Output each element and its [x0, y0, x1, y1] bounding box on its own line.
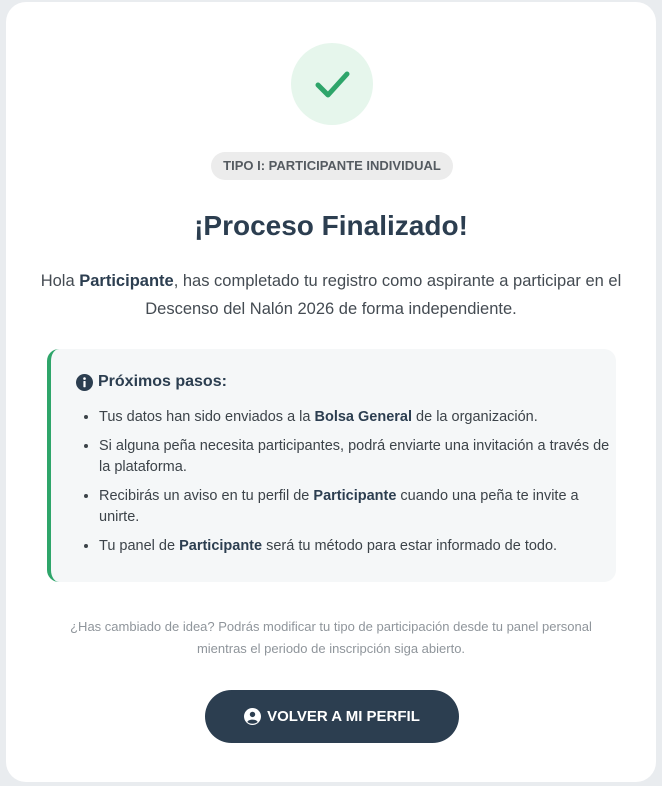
- next-step-emphasis: Bolsa General: [314, 409, 413, 425]
- next-step-text: Tus datos han sido enviados a la: [99, 409, 315, 425]
- next-step-text: Tu panel de: [99, 538, 180, 554]
- success-check-icon: [291, 43, 373, 125]
- intro-role: Participante: [79, 272, 174, 290]
- next-step-item: Recibirás un aviso en tu perfil de Parti…: [99, 486, 619, 528]
- change-mind-note: ¿Has cambiado de idea? Podrás modificar …: [70, 619, 592, 656]
- next-step-text: de la organización.: [412, 409, 538, 425]
- page-title: ¡Proceso Finalizado!: [194, 210, 468, 241]
- next-step-text: Recibirás un aviso en tu perfil de: [99, 488, 314, 504]
- next-step-item: Tu panel de Participante será tu método …: [99, 536, 619, 557]
- back-to-profile-label: VOLVER A MI PERFIL: [267, 708, 420, 725]
- confirmation-card: TIPO I: PARTICIPANTE INDIVIDUAL ¡Proceso…: [6, 2, 656, 782]
- intro-text: Hola Participante, has completado tu reg…: [36, 267, 626, 323]
- intro-body: , has completado tu registro como aspira…: [145, 272, 622, 318]
- next-steps-heading: Próximos pasos:: [76, 373, 227, 391]
- next-step-text: será tu método para estar informado de t…: [262, 538, 558, 554]
- next-steps-list: Tus datos han sido enviados a la Bolsa G…: [75, 407, 619, 565]
- info-circle-icon: [76, 373, 93, 391]
- back-to-profile-button[interactable]: VOLVER A MI PERFIL: [205, 690, 459, 743]
- next-step-emphasis: Participante: [179, 538, 263, 554]
- next-step-item: Si alguna peña necesita participantes, p…: [99, 436, 619, 478]
- user-circle-icon: [244, 708, 262, 725]
- next-steps-panel: Próximos pasos: Tus datos han sido envia…: [47, 349, 616, 582]
- intro-greeting: Hola: [40, 272, 80, 290]
- participation-type-badge: TIPO I: PARTICIPANTE INDIVIDUAL: [211, 152, 453, 180]
- next-step-item: Tus datos han sido enviados a la Bolsa G…: [99, 407, 619, 428]
- next-step-emphasis: Participante: [313, 488, 397, 504]
- next-steps-title: Próximos pasos:: [98, 373, 227, 390]
- next-step-text: Si alguna peña necesita participantes, p…: [99, 438, 610, 475]
